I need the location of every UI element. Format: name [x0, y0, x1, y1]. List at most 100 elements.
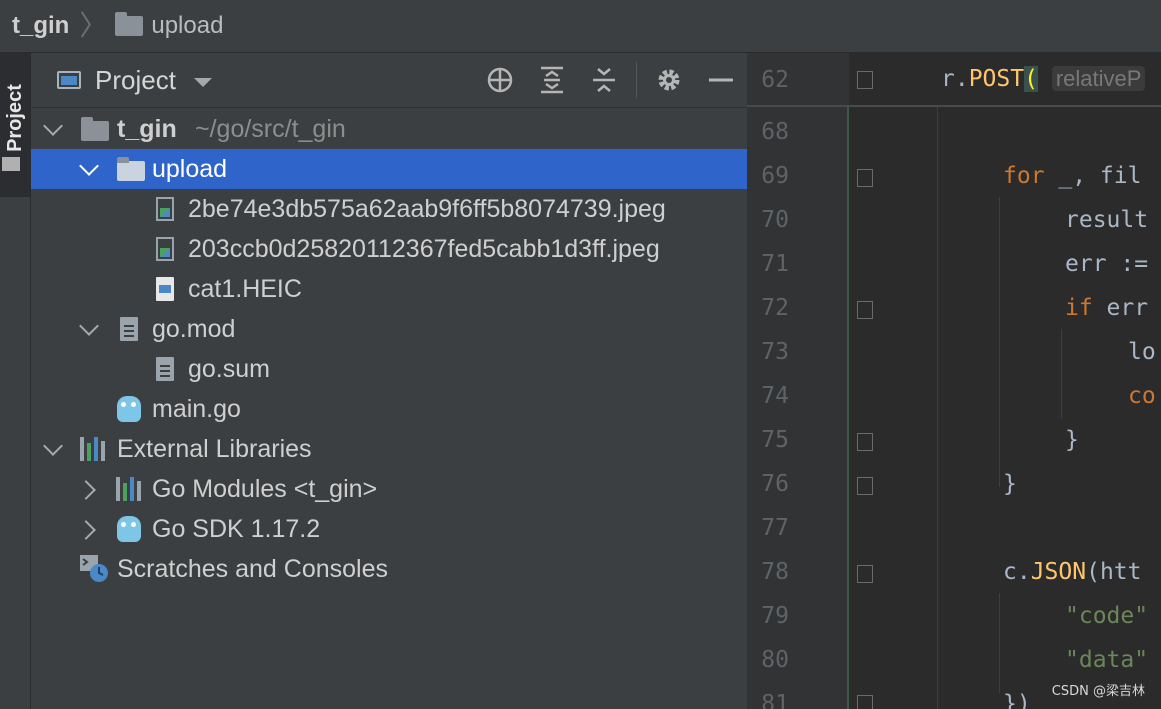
- tree-item-external-libraries[interactable]: External Libraries: [31, 429, 747, 469]
- code-prefix: c.: [1003, 559, 1031, 585]
- code-text: "data": [1065, 647, 1149, 673]
- line-number: 79: [761, 603, 789, 629]
- gutter-divider: [847, 53, 849, 709]
- code-text: co: [1128, 383, 1156, 409]
- go-file-icon: [117, 396, 141, 422]
- fold-marker-icon[interactable]: [857, 477, 873, 495]
- fold-marker-icon[interactable]: [857, 565, 873, 583]
- settings-button[interactable]: [643, 53, 695, 107]
- sticky-scroll-line[interactable]: 62 r.POST( relativeP: [747, 53, 1161, 107]
- fold-marker-icon[interactable]: [857, 71, 873, 89]
- tree-item-heic-file[interactable]: cat1.HEIC: [31, 269, 747, 309]
- line-number: 74: [761, 383, 789, 409]
- navigation-breadcrumb: t_gin 〉 upload: [0, 0, 1161, 53]
- text-file-icon: [120, 317, 138, 341]
- code-text: }: [1003, 471, 1017, 497]
- code-rest: _, fil: [1044, 163, 1142, 189]
- tree-item-upload[interactable]: upload: [31, 149, 747, 189]
- indent-guide: [1061, 329, 1062, 419]
- view-dropdown-icon[interactable]: [193, 77, 212, 87]
- toolbar-divider: [636, 62, 637, 98]
- code-editor[interactable]: 68 69 for _, fil 70 result 71 err := 72 …: [747, 53, 1161, 709]
- expand-all-icon: [541, 66, 563, 94]
- fold-marker-icon[interactable]: [857, 695, 873, 709]
- gear-icon: [658, 69, 680, 91]
- function-name: JSON: [1030, 559, 1087, 585]
- code-text: lo: [1128, 339, 1156, 365]
- code-text: err :=: [1065, 251, 1149, 277]
- tree-item-label: go.mod: [152, 314, 236, 343]
- breadcrumb-folder[interactable]: upload: [115, 12, 223, 40]
- code-text: "code": [1065, 603, 1149, 629]
- folder-icon: [117, 157, 145, 181]
- code-text: if err: [1065, 295, 1148, 321]
- chevron-down-icon[interactable]: [79, 156, 99, 176]
- code-text: c.JSON(htt: [1003, 559, 1141, 585]
- indent-guide: [937, 105, 938, 709]
- line-number: 75: [761, 427, 789, 453]
- chevron-right-icon[interactable]: [76, 480, 96, 500]
- collapse-all-button[interactable]: [578, 53, 630, 107]
- tool-window-strip: Project: [0, 53, 31, 709]
- tree-item-label: cat1.HEIC: [188, 274, 302, 303]
- line-number: 70: [761, 207, 789, 233]
- code-text: }: [1065, 427, 1079, 453]
- parameter-hint: relativeP: [1051, 66, 1146, 91]
- fold-marker-icon[interactable]: [857, 169, 873, 187]
- panel-title[interactable]: Project: [95, 65, 176, 96]
- code-text: r.POST( relativeP: [941, 66, 1146, 92]
- tree-item-scratches[interactable]: Scratches and Consoles: [31, 549, 747, 589]
- breadcrumb-separator-icon: 〉: [79, 10, 108, 41]
- chevron-down-icon[interactable]: [43, 436, 63, 456]
- tree-item-go-modules[interactable]: Go Modules <t_gin>: [31, 469, 747, 509]
- tree-item-label: 203ccb0d25820112367fed5cabb1d3ff.jpeg: [188, 234, 660, 263]
- tree-item-main-go[interactable]: main.go: [31, 389, 747, 429]
- breadcrumb-root[interactable]: t_gin: [12, 12, 69, 40]
- indent-guide: [999, 197, 1000, 487]
- project-view-icon: [57, 71, 81, 89]
- locate-file-button[interactable]: [474, 53, 526, 107]
- expand-all-button[interactable]: [526, 53, 578, 107]
- watermark: CSDN @梁吉林: [1051, 684, 1145, 699]
- project-tool-tab[interactable]: Project: [0, 53, 30, 197]
- scratches-icon: [80, 555, 108, 582]
- tree-item-image-file[interactable]: 2be74e3db575a62aab9f6ff5b8074739.jpeg: [31, 189, 747, 229]
- tree-item-go-mod[interactable]: go.mod: [31, 309, 747, 349]
- text-file-icon: [156, 357, 174, 381]
- collapse-all-icon: [593, 68, 615, 92]
- tree-item-go-sdk[interactable]: Go SDK 1.17.2: [31, 509, 747, 549]
- code-rest: err: [1092, 295, 1149, 321]
- image-file-icon: [156, 237, 174, 261]
- chevron-down-icon[interactable]: [43, 116, 63, 136]
- code-prefix: r.: [941, 66, 969, 92]
- image-file-icon: [156, 197, 174, 221]
- tree-item-t-gin[interactable]: t_gin ~/go/src/t_gin: [31, 109, 747, 149]
- tree-item-label: main.go: [152, 394, 241, 423]
- line-number: 62: [761, 67, 789, 93]
- line-number: 80: [761, 647, 789, 673]
- tree-item-image-file[interactable]: 203ccb0d25820112367fed5cabb1d3ff.jpeg: [31, 229, 747, 269]
- code-text: }): [1003, 691, 1031, 709]
- indent-guide: [999, 593, 1000, 693]
- folder-icon: [2, 157, 20, 171]
- project-panel-header: Project: [31, 53, 747, 108]
- code-text: result: [1065, 207, 1149, 233]
- line-number: 76: [761, 471, 789, 497]
- keyword: if: [1065, 295, 1093, 321]
- keyword: for: [1003, 163, 1045, 189]
- chevron-right-icon[interactable]: [76, 520, 96, 540]
- hide-panel-button[interactable]: [695, 53, 747, 107]
- chevron-down-icon[interactable]: [79, 316, 99, 336]
- tree-item-go-sum[interactable]: go.sum: [31, 349, 747, 389]
- line-number: 69: [761, 163, 789, 189]
- tree-item-label: Go Modules <t_gin>: [152, 474, 378, 503]
- fold-marker-icon[interactable]: [857, 433, 873, 451]
- line-number: 77: [761, 515, 789, 541]
- folder-icon: [81, 117, 109, 141]
- minimize-icon: [709, 78, 733, 82]
- tree-item-label: Scratches and Consoles: [117, 554, 388, 583]
- tree-item-label: Go SDK 1.17.2: [152, 514, 321, 543]
- tree-item-label: 2be74e3db575a62aab9f6ff5b8074739.jpeg: [188, 194, 666, 223]
- line-number: 78: [761, 559, 789, 585]
- fold-marker-icon[interactable]: [857, 301, 873, 319]
